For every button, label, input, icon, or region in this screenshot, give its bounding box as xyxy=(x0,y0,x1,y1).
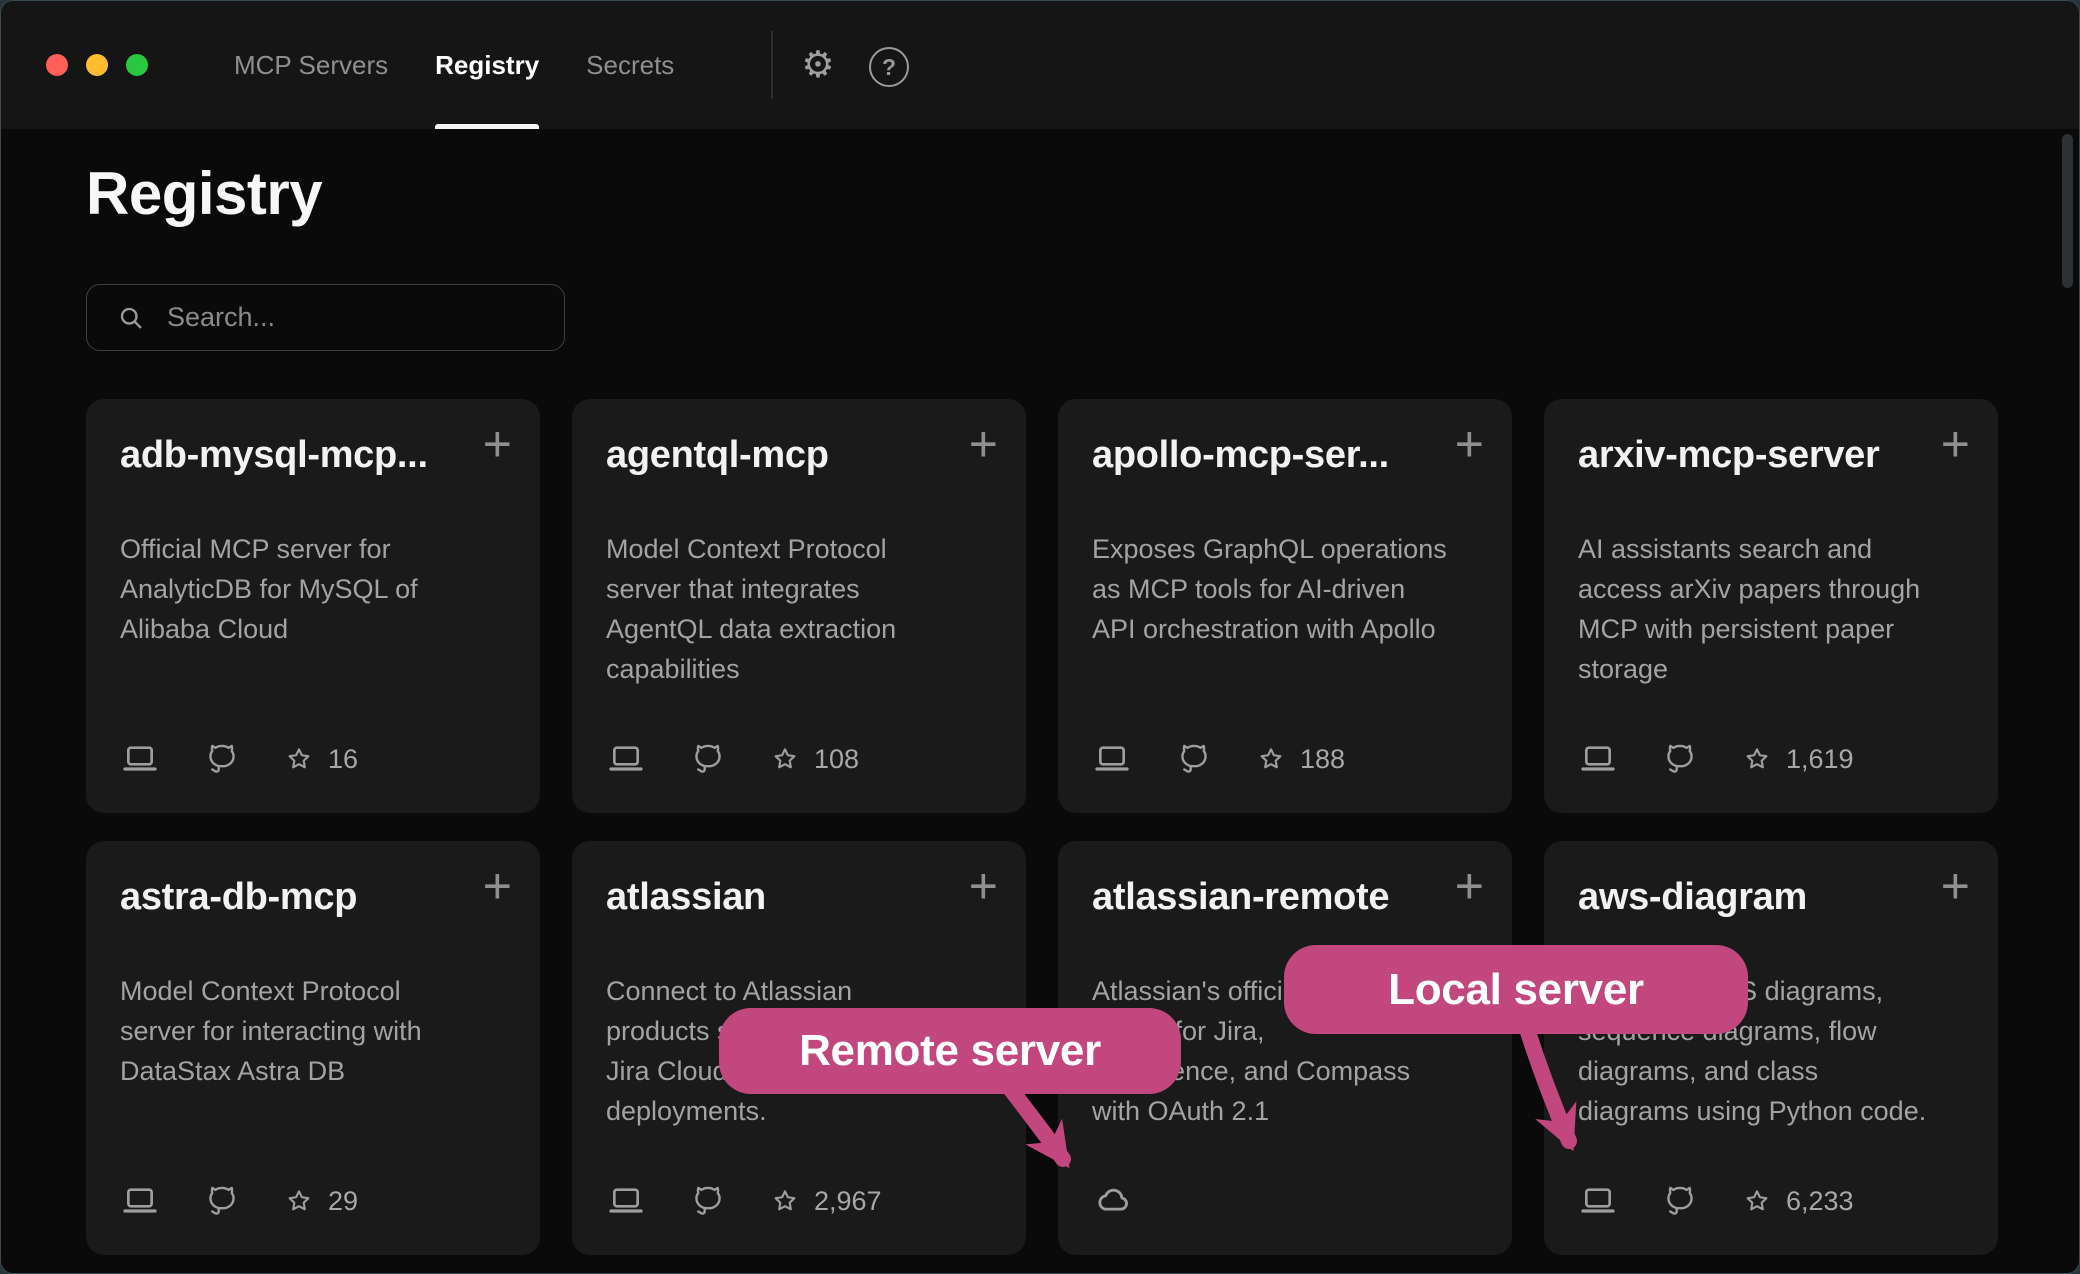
tab-registry[interactable]: Registry xyxy=(435,1,539,129)
server-name: aws-diagram xyxy=(1578,875,1938,919)
github-icon xyxy=(204,1183,240,1219)
local-server-callout: Local server xyxy=(1284,945,1748,1034)
card-footer xyxy=(1092,1179,1478,1221)
card-footer: 108 xyxy=(606,739,992,779)
github-icon xyxy=(1176,741,1212,777)
laptop-icon xyxy=(1092,739,1132,779)
star-icon xyxy=(1742,1186,1772,1216)
page-title: Registry xyxy=(86,159,322,228)
star-icon xyxy=(770,744,800,774)
add-server-button[interactable]: + xyxy=(969,419,998,469)
star-icon xyxy=(1742,744,1772,774)
help-icon[interactable]: ? xyxy=(869,47,909,87)
server-name: agentql-mcp xyxy=(606,433,966,477)
app-window: MCP Servers Registry Secrets ⚙ ? Registr… xyxy=(0,0,2080,1274)
remote-server-callout: Remote server xyxy=(719,1008,1181,1094)
laptop-icon xyxy=(606,1181,646,1221)
add-server-button[interactable]: + xyxy=(1455,419,1484,469)
stars: 188 xyxy=(1256,744,1345,775)
server-name: arxiv-mcp-server xyxy=(1578,433,1938,477)
star-icon xyxy=(770,1186,800,1216)
server-card[interactable]: astra-db-mcp + Model Context Protocol se… xyxy=(86,841,540,1255)
server-name: atlassian-remote xyxy=(1092,875,1452,919)
add-server-button[interactable]: + xyxy=(1941,861,1970,911)
star-count: 108 xyxy=(814,744,859,775)
laptop-icon xyxy=(120,1181,160,1221)
title-bar: MCP Servers Registry Secrets ⚙ ? xyxy=(1,1,2079,129)
server-card[interactable]: adb-mysql-mcp... + Official MCP server f… xyxy=(86,399,540,813)
star-icon xyxy=(284,744,314,774)
registry-grid: adb-mysql-mcp... + Official MCP server f… xyxy=(86,399,1998,1255)
stars: 6,233 xyxy=(1742,1186,1854,1217)
search-box[interactable] xyxy=(86,284,565,351)
laptop-icon xyxy=(1578,739,1618,779)
star-icon xyxy=(1256,744,1286,774)
scrollbar-thumb[interactable] xyxy=(2062,134,2073,288)
server-card[interactable]: arxiv-mcp-server + AI assistants search … xyxy=(1544,399,1998,813)
github-icon xyxy=(204,741,240,777)
tab-secrets[interactable]: Secrets xyxy=(586,1,674,129)
server-description: Model Context Protocol server for intera… xyxy=(120,971,506,1091)
cloud-icon xyxy=(1092,1179,1134,1221)
laptop-icon xyxy=(120,739,160,779)
stars: 1,619 xyxy=(1742,744,1854,775)
server-card[interactable]: agentql-mcp + Model Context Protocol ser… xyxy=(572,399,1026,813)
server-description: Official MCP server for AnalyticDB for M… xyxy=(120,529,506,649)
close-window-button[interactable] xyxy=(46,54,68,76)
stars: 2,967 xyxy=(770,1186,882,1217)
topbar-divider xyxy=(771,31,773,99)
github-icon xyxy=(1662,1183,1698,1219)
add-server-button[interactable]: + xyxy=(1941,419,1970,469)
laptop-icon xyxy=(606,739,646,779)
card-footer: 6,233 xyxy=(1578,1181,1964,1221)
card-footer: 29 xyxy=(120,1181,506,1221)
server-name: atlassian xyxy=(606,875,966,919)
zoom-window-button[interactable] xyxy=(126,54,148,76)
github-icon xyxy=(690,741,726,777)
add-server-button[interactable]: + xyxy=(483,861,512,911)
star-count: 188 xyxy=(1300,744,1345,775)
server-card[interactable]: apollo-mcp-ser... + Exposes GraphQL oper… xyxy=(1058,399,1512,813)
search-icon xyxy=(117,304,145,332)
server-name: adb-mysql-mcp... xyxy=(120,433,480,477)
laptop-icon xyxy=(1578,1181,1618,1221)
gear-icon[interactable]: ⚙ xyxy=(796,45,840,89)
star-count: 29 xyxy=(328,1186,358,1217)
stars: 29 xyxy=(284,1186,358,1217)
server-name: apollo-mcp-ser... xyxy=(1092,433,1452,477)
star-count: 6,233 xyxy=(1786,1186,1854,1217)
star-count: 2,967 xyxy=(814,1186,882,1217)
card-footer: 16 xyxy=(120,739,506,779)
card-footer: 1,619 xyxy=(1578,739,1964,779)
server-card[interactable]: aws-diagram + Generate AWS diagrams, seq… xyxy=(1544,841,1998,1255)
minimize-window-button[interactable] xyxy=(86,54,108,76)
star-count: 1,619 xyxy=(1786,744,1854,775)
main-nav: MCP Servers Registry Secrets xyxy=(234,1,674,129)
server-description: AI assistants search and access arXiv pa… xyxy=(1578,529,1964,689)
add-server-button[interactable]: + xyxy=(483,419,512,469)
github-icon xyxy=(690,1183,726,1219)
stars: 16 xyxy=(284,744,358,775)
github-icon xyxy=(1662,741,1698,777)
card-footer: 188 xyxy=(1092,739,1478,779)
star-count: 16 xyxy=(328,744,358,775)
add-server-button[interactable]: + xyxy=(969,861,998,911)
traffic-lights xyxy=(46,54,148,76)
card-footer: 2,967 xyxy=(606,1181,992,1221)
stars: 108 xyxy=(770,744,859,775)
server-description: Model Context Protocol server that integ… xyxy=(606,529,992,689)
server-name: astra-db-mcp xyxy=(120,875,480,919)
server-description: Exposes GraphQL operations as MCP tools … xyxy=(1092,529,1478,649)
search-input[interactable] xyxy=(165,301,549,334)
star-icon xyxy=(284,1186,314,1216)
tab-mcp-servers[interactable]: MCP Servers xyxy=(234,1,388,129)
add-server-button[interactable]: + xyxy=(1455,861,1484,911)
